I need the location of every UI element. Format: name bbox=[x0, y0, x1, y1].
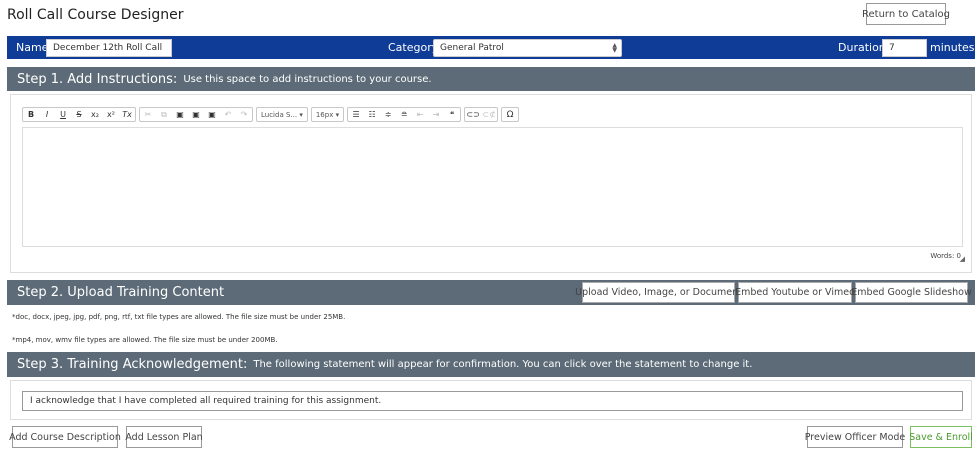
format-group: B I U S x₂ x² Tx bbox=[22, 107, 136, 122]
undo-icon[interactable]: ↶ bbox=[220, 108, 236, 121]
step1-header: Step 1. Add Instructions: Use this space… bbox=[7, 67, 975, 91]
document-types-note: *doc, docx, jpeg, jpg, pdf, png, rtf, tx… bbox=[12, 313, 346, 321]
subscript-button[interactable]: x₂ bbox=[87, 108, 103, 121]
superscript-button[interactable]: x² bbox=[103, 108, 119, 121]
font-size-value: 16px ▾ bbox=[315, 110, 340, 119]
link-icon[interactable]: ⊂⊃ bbox=[465, 108, 481, 121]
paste-word-icon[interactable]: ▣ bbox=[204, 108, 220, 121]
instructions-text-area[interactable] bbox=[22, 127, 963, 247]
editor-toolbar: B I U S x₂ x² Tx ✂ ⧉ ▣ ▣ ▣ ↶ ↷ Lucida S.… bbox=[22, 107, 520, 122]
omega-icon[interactable]: Ω bbox=[502, 108, 518, 121]
step3-description: The following statement will appear for … bbox=[253, 359, 753, 370]
clipboard-group: ✂ ⧉ ▣ ▣ ▣ ↶ ↷ bbox=[139, 107, 253, 122]
outdent-icon[interactable]: ⇤ bbox=[412, 108, 428, 121]
font-size-dropdown[interactable]: 16px ▾ bbox=[310, 107, 345, 122]
step1-title: Step 1. Add Instructions: bbox=[17, 71, 178, 87]
course-settings-bar: Name December 12th Roll Call Category Ge… bbox=[7, 36, 975, 59]
resize-handle-icon[interactable]: ◢ bbox=[960, 255, 965, 263]
add-lesson-plan-button[interactable]: Add Lesson Plan bbox=[125, 426, 203, 448]
cut-icon[interactable]: ✂ bbox=[140, 108, 156, 121]
blockquote-icon[interactable]: ❝ bbox=[444, 108, 460, 121]
duration-unit: minutes bbox=[930, 41, 975, 54]
special-char-group: Ω bbox=[501, 107, 520, 122]
top-bar: Roll Call Course Designer Return to Cata… bbox=[0, 0, 975, 36]
word-count: Words: 0 bbox=[930, 252, 961, 260]
unlink-icon[interactable]: ⊂⊄ bbox=[481, 108, 497, 121]
font-family-dropdown[interactable]: Lucida S... ▾ bbox=[256, 107, 308, 122]
page-break-icon[interactable]: ≘ bbox=[396, 108, 412, 121]
upload-content-button[interactable]: Upload Video, Image, or Document bbox=[575, 282, 742, 303]
acknowledgement-panel: I acknowledge that I have completed all … bbox=[10, 380, 972, 420]
link-group: ⊂⊃ ⊂⊄ bbox=[464, 107, 499, 122]
embed-slideshow-button[interactable]: Embed Google Slideshow bbox=[851, 282, 972, 303]
course-name-input[interactable]: December 12th Roll Call bbox=[46, 39, 172, 57]
bold-button[interactable]: B bbox=[23, 108, 39, 121]
page-title: Roll Call Course Designer bbox=[7, 7, 184, 23]
add-course-description-button[interactable]: Add Course Description bbox=[9, 426, 121, 448]
redo-icon[interactable]: ↷ bbox=[236, 108, 252, 121]
preview-officer-mode-button[interactable]: Preview Officer Mode bbox=[805, 426, 905, 448]
font-family-value: Lucida S... ▾ bbox=[261, 110, 303, 119]
category-label: Category bbox=[388, 41, 439, 54]
step3-title: Step 3. Training Acknowledgement: bbox=[17, 357, 248, 372]
indent-icon[interactable]: ⇥ bbox=[428, 108, 444, 121]
step1-description: Use this space to add instructions to yo… bbox=[183, 73, 432, 85]
category-selected-value: General Patrol bbox=[440, 43, 504, 53]
video-types-note: *mp4, mov, wmv file types are allowed. T… bbox=[12, 336, 278, 344]
paste-icon[interactable]: ▣ bbox=[172, 108, 188, 121]
category-select[interactable]: General Patrol ▲ ▼ bbox=[433, 39, 622, 57]
duration-input[interactable]: 7 bbox=[882, 39, 927, 57]
italic-button[interactable]: I bbox=[39, 108, 55, 121]
paragraph-group: ☰ ☷ ≑ ≘ ⇤ ⇥ ❝ bbox=[347, 107, 462, 122]
clear-format-button[interactable]: Tx bbox=[119, 108, 135, 121]
acknowledgement-statement[interactable]: I acknowledge that I have completed all … bbox=[22, 391, 963, 411]
step2-title: Step 2. Upload Training Content bbox=[17, 285, 225, 300]
duration-label: Duration bbox=[838, 41, 886, 54]
step3-header: Step 3. Training Acknowledgement: The fo… bbox=[7, 352, 975, 377]
numbered-list-icon[interactable]: ☰ bbox=[348, 108, 364, 121]
strikethrough-button[interactable]: S bbox=[71, 108, 87, 121]
embed-youtube-button[interactable]: Embed Youtube or Vimeo bbox=[735, 282, 855, 303]
horizontal-line-icon[interactable]: ≑ bbox=[380, 108, 396, 121]
save-and-enroll-button[interactable]: Save & Enroll bbox=[909, 426, 973, 448]
paste-text-icon[interactable]: ▣ bbox=[188, 108, 204, 121]
return-to-catalog-button[interactable]: Return to Catalog bbox=[862, 3, 950, 25]
bulleted-list-icon[interactable]: ☷ bbox=[364, 108, 380, 121]
underline-button[interactable]: U bbox=[55, 108, 71, 121]
name-label: Name bbox=[16, 41, 49, 54]
instructions-editor: B I U S x₂ x² Tx ✂ ⧉ ▣ ▣ ▣ ↶ ↷ Lucida S.… bbox=[10, 94, 972, 273]
select-arrows-icon: ▲ ▼ bbox=[612, 42, 617, 54]
copy-icon[interactable]: ⧉ bbox=[156, 108, 172, 121]
